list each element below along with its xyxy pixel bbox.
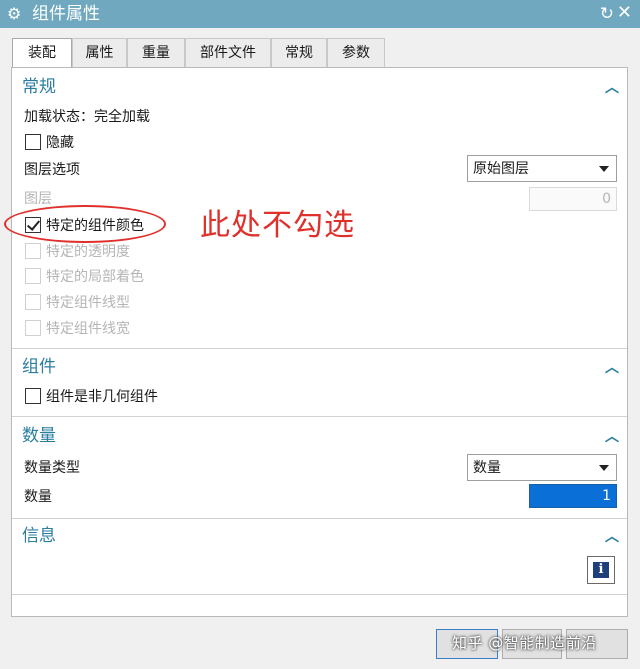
tab-panel: 常规 ︿ 加载状态：完全加载 隐藏 图层选项 原始图层 图层 0 特定的组件颜色… [11,67,628,617]
dropdown-arrow-icon [599,465,609,471]
watermark: 知乎 @智能制造前沿 [452,634,597,652]
load-status-text: 加载状态：完全加载 [24,109,150,125]
layer-label: 图层 [24,191,52,207]
layer-option-label: 图层选项 [24,162,80,178]
collapse-component-icon[interactable]: ︿ [605,357,619,377]
section-title-component: 组件 [22,357,56,377]
tab-part-file[interactable]: 部件文件 [185,38,271,68]
layer-value: 0 [602,191,611,207]
non-geometric-label: 组件是非几何组件 [46,389,158,405]
section-divider [12,348,627,349]
title-bar: ⚙ 组件属性 ↻ ✕ [0,0,640,28]
gear-icon: ⚙ [7,4,22,23]
specific-line-width-checkbox [25,320,41,336]
dropdown-arrow-icon [599,166,609,172]
window-title: 组件属性 [32,4,100,24]
quantity-value: 1 [602,488,611,504]
non-geometric-checkbox[interactable] [25,388,41,404]
section-title-info: 信息 [22,526,56,546]
specific-partial-shading-label: 特定的局部着色 [46,269,144,285]
section-divider [12,518,627,519]
layer-option-value: 原始图层 [473,161,529,177]
layer-option-select[interactable]: 原始图层 [467,155,617,182]
section-divider [12,416,627,417]
specific-line-style-checkbox [25,294,41,310]
tab-bar: 装配 属性 重量 部件文件 常规 参数 [12,38,385,69]
tab-general[interactable]: 常规 [271,38,327,68]
quantity-input[interactable]: 1 [529,484,617,508]
hide-label: 隐藏 [46,135,74,151]
quantity-label: 数量 [24,489,52,505]
quantity-type-select[interactable]: 数量 [467,454,617,481]
annotation-ellipse [4,205,166,243]
section-title-general: 常规 [22,77,56,97]
collapse-quantity-icon[interactable]: ︿ [605,426,619,446]
tab-assembly[interactable]: 装配 [12,38,72,69]
quantity-type-value: 数量 [473,460,501,476]
tab-weight[interactable]: 重量 [127,38,185,68]
layer-field: 0 [529,187,617,211]
info-button[interactable]: i [587,556,615,584]
tab-attributes[interactable]: 属性 [72,38,127,68]
specific-line-style-label: 特定组件线型 [46,295,130,311]
close-icon[interactable]: ✕ [617,2,632,24]
section-divider [12,594,627,595]
annotation-text: 此处不勾选 [200,208,355,243]
tab-parameters[interactable]: 参数 [327,38,385,68]
collapse-general-icon[interactable]: ︿ [605,77,619,97]
hide-checkbox[interactable] [25,134,41,150]
specific-line-width-label: 特定组件线宽 [46,321,130,337]
specific-transparency-label: 特定的透明度 [46,244,130,260]
info-icon: i [593,562,609,578]
reset-icon[interactable]: ↻ [600,3,614,25]
specific-transparency-checkbox [25,243,41,259]
collapse-info-icon[interactable]: ︿ [605,526,619,546]
section-title-quantity: 数量 [22,426,56,446]
specific-partial-shading-checkbox [25,268,41,284]
quantity-type-label: 数量类型 [24,460,80,476]
